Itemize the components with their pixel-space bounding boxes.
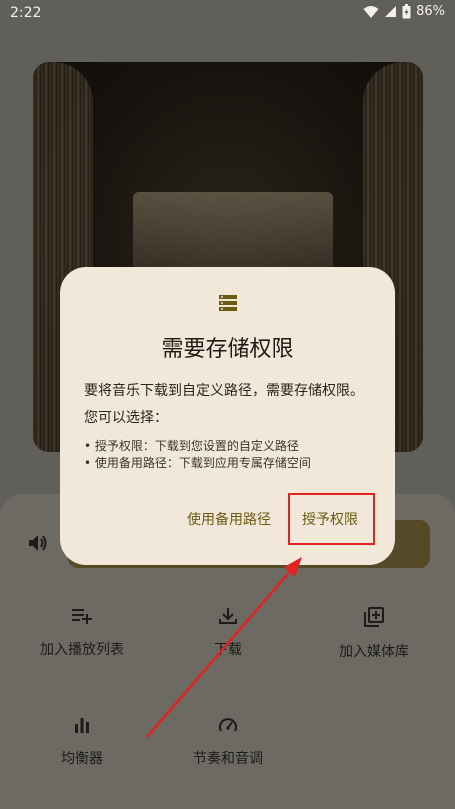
dialog-option-grant: • 授予权限：下载到您设置的自定义路径 (84, 439, 299, 453)
highlight-box (288, 493, 375, 545)
dialog-subheading: 您可以选择： (84, 410, 168, 426)
dialog-title: 需要存储权限 (161, 337, 294, 362)
use-fallback-path-button[interactable]: 使用备用路径 (187, 509, 271, 529)
dialog-message: 要将音乐下载到自定义路径，需要存储权限。 (84, 383, 364, 399)
storage-icon (219, 295, 237, 311)
dialog-option-fallback: • 使用备用路径：下载到应用专属存储空间 (84, 456, 311, 470)
